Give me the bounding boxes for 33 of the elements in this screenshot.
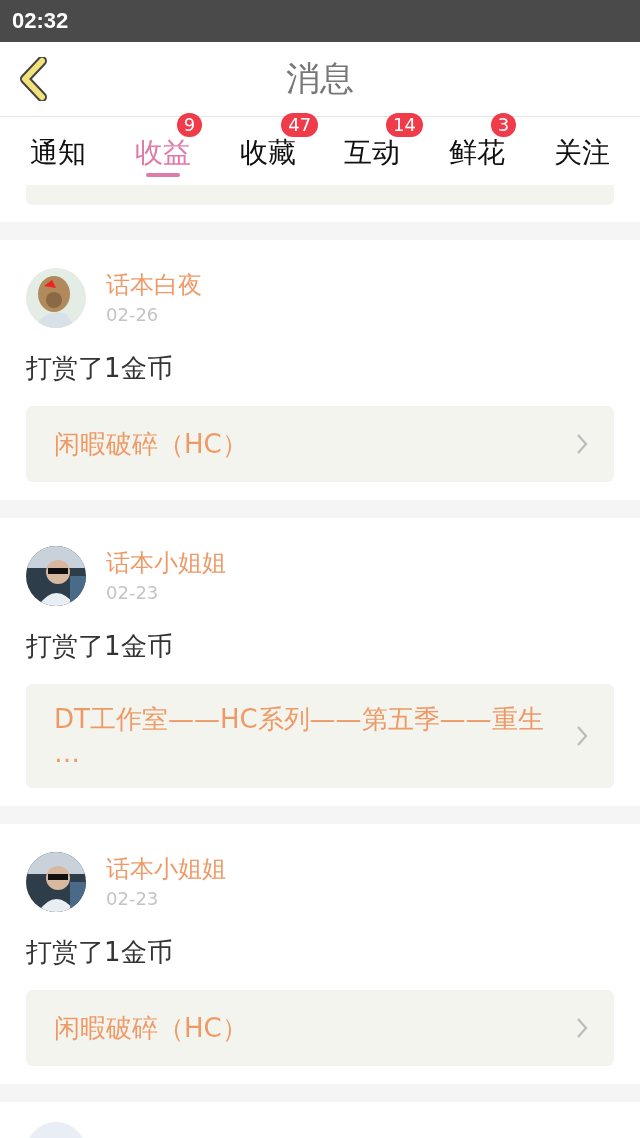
message-date: 02-23	[106, 581, 160, 605]
tab-underline	[146, 173, 180, 177]
book-title: DT工作室——HC系列——第五季——重生	[54, 703, 545, 736]
message-text: 打赏了1金币	[26, 630, 174, 663]
book-link-card[interactable]: DT工作室——HC系列——第五季——重生 …	[26, 684, 614, 788]
page-title: 消息	[286, 57, 354, 100]
count-badge: 3	[490, 113, 517, 137]
count-badge: 47	[281, 113, 319, 137]
tab[interactable]: 鲜花	[449, 134, 505, 172]
message-date: 02-23	[106, 887, 160, 911]
user-name[interactable]: 话本小姐姐	[106, 852, 226, 886]
message-text: 打赏了1金币	[26, 936, 174, 969]
chevron-right-icon	[576, 433, 588, 455]
book-title: 闲暇破碎（HC）	[54, 428, 249, 461]
back-icon[interactable]	[18, 57, 48, 101]
chevron-right-icon	[576, 725, 588, 747]
count-badge: 14	[386, 113, 423, 137]
book-title: …	[54, 737, 81, 770]
tab[interactable]: 通知	[30, 134, 87, 172]
user-name[interactable]: 话本白夜	[106, 268, 202, 302]
book-link-card[interactable]: 闲暇破碎（HC）	[26, 406, 614, 482]
book-title: 闲暇破碎（HC）	[54, 1012, 249, 1045]
status-time: 02:32	[12, 8, 69, 34]
tab[interactable]: 关注	[553, 134, 610, 172]
user-name[interactable]: 话本小姐姐	[106, 546, 226, 580]
count-badge: 9	[176, 113, 203, 137]
book-link-card[interactable]: 闲暇破碎（HC）	[26, 990, 614, 1066]
message-date: 02-26	[106, 303, 160, 327]
tab[interactable]: 互动	[344, 134, 401, 172]
chevron-right-icon	[576, 1017, 588, 1039]
tab[interactable]: 收藏	[239, 134, 296, 172]
tab[interactable]: 收益	[135, 134, 191, 172]
message-text: 打赏了1金币	[26, 352, 174, 385]
